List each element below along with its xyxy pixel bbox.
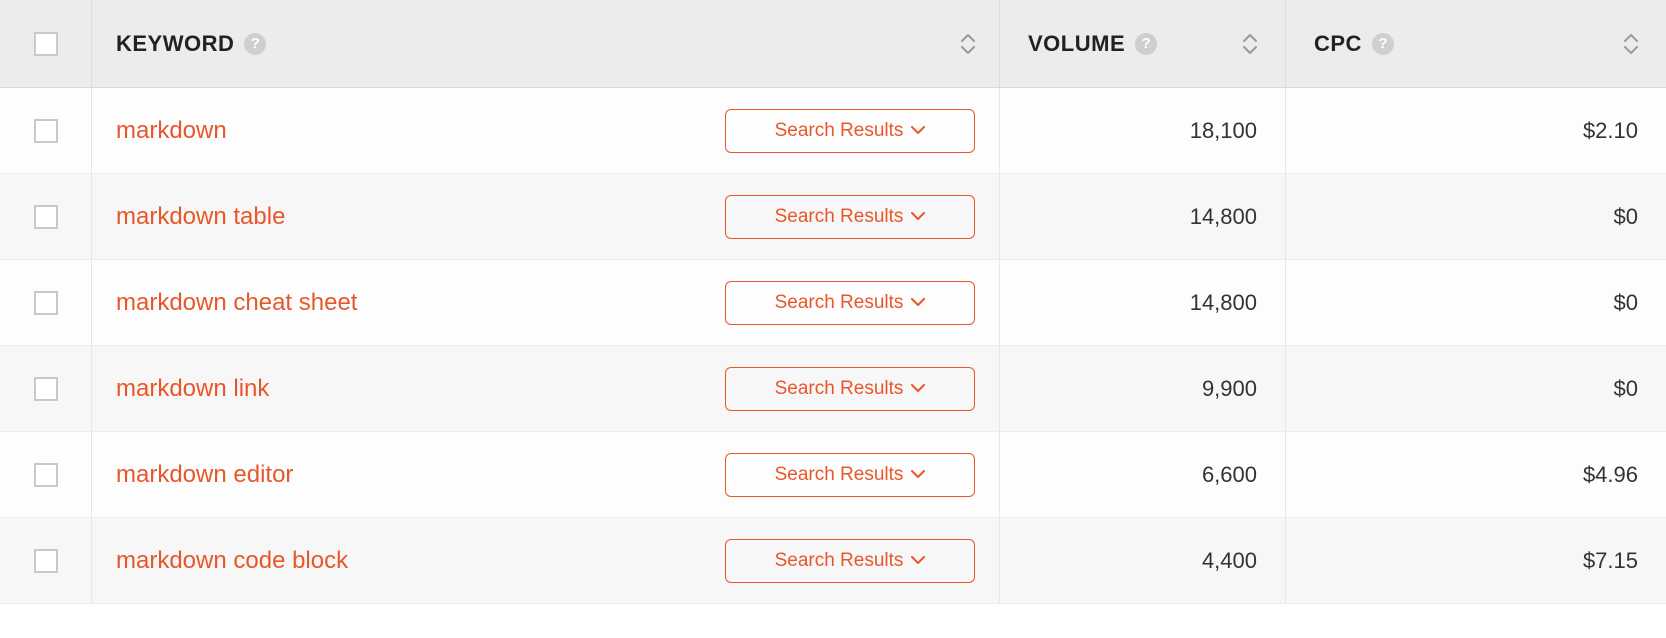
cpc-value: $4.96 <box>1583 462 1638 488</box>
search-results-label: Search Results <box>775 120 904 142</box>
chevron-down-icon <box>911 384 925 393</box>
table-header-row: KEYWORD ? VOLUME ? CPC ? <box>0 0 1666 88</box>
search-results-label: Search Results <box>775 464 904 486</box>
volume-value: 9,900 <box>1202 376 1257 402</box>
chevron-down-icon <box>911 298 925 307</box>
keyword-link[interactable]: markdown table <box>116 203 285 231</box>
chevron-down-icon <box>911 212 925 221</box>
row-checkbox[interactable] <box>34 291 58 315</box>
search-results-label: Search Results <box>775 550 904 572</box>
sort-control-volume[interactable] <box>1243 34 1257 54</box>
row-checkbox[interactable] <box>34 377 58 401</box>
chevron-down-icon <box>911 126 925 135</box>
keyword-link[interactable]: markdown code block <box>116 547 348 575</box>
keyword-link[interactable]: markdown <box>116 117 227 145</box>
cell-volume: 9,900 <box>1000 346 1286 431</box>
volume-value: 4,400 <box>1202 548 1257 574</box>
chevron-down-icon <box>911 470 925 479</box>
sort-control-cpc[interactable] <box>1624 34 1638 54</box>
cell-keyword: markdown cheat sheet Search Results <box>92 260 1000 345</box>
cell-keyword: markdown table Search Results <box>92 174 1000 259</box>
row-checkbox[interactable] <box>34 119 58 143</box>
search-results-button[interactable]: Search Results <box>725 453 975 497</box>
table-row: markdown editor Search Results 6,600 $4.… <box>0 432 1666 518</box>
chevron-down-icon <box>1624 46 1638 54</box>
search-results-button[interactable]: Search Results <box>725 195 975 239</box>
cell-keyword: markdown link Search Results <box>92 346 1000 431</box>
cpc-value: $0 <box>1614 204 1638 230</box>
cell-volume: 14,800 <box>1000 260 1286 345</box>
select-all-checkbox[interactable] <box>34 32 58 56</box>
table-row: markdown link Search Results 9,900 $0 <box>0 346 1666 432</box>
cell-cpc: $2.10 <box>1286 88 1666 173</box>
chevron-down-icon <box>1243 46 1257 54</box>
cell-keyword: markdown Search Results <box>92 88 1000 173</box>
cell-cpc: $7.15 <box>1286 518 1666 603</box>
search-results-button[interactable]: Search Results <box>725 109 975 153</box>
row-checkbox-cell <box>0 260 92 345</box>
header-cpc-label: CPC <box>1314 31 1362 57</box>
cpc-value: $0 <box>1614 290 1638 316</box>
chevron-up-icon <box>961 34 975 42</box>
sort-control-keyword[interactable] <box>961 34 975 54</box>
cell-cpc: $0 <box>1286 260 1666 345</box>
cell-volume: 18,100 <box>1000 88 1286 173</box>
table-row: markdown code block Search Results 4,400… <box>0 518 1666 604</box>
chevron-down-icon <box>961 46 975 54</box>
volume-value: 18,100 <box>1190 118 1257 144</box>
cell-cpc: $0 <box>1286 346 1666 431</box>
cell-volume: 6,600 <box>1000 432 1286 517</box>
search-results-button[interactable]: Search Results <box>725 281 975 325</box>
row-checkbox[interactable] <box>34 463 58 487</box>
row-checkbox-cell <box>0 346 92 431</box>
row-checkbox-cell <box>0 518 92 603</box>
chevron-down-icon <box>911 556 925 565</box>
keyword-link[interactable]: markdown cheat sheet <box>116 289 357 317</box>
row-checkbox[interactable] <box>34 549 58 573</box>
row-checkbox-cell <box>0 88 92 173</box>
table-row: markdown table Search Results 14,800 $0 <box>0 174 1666 260</box>
keyword-link[interactable]: markdown editor <box>116 461 293 489</box>
row-checkbox-cell <box>0 174 92 259</box>
header-volume-label: VOLUME <box>1028 31 1125 57</box>
cell-cpc: $4.96 <box>1286 432 1666 517</box>
cell-volume: 4,400 <box>1000 518 1286 603</box>
cpc-value: $2.10 <box>1583 118 1638 144</box>
cpc-value: $7.15 <box>1583 548 1638 574</box>
help-icon[interactable]: ? <box>1135 33 1157 55</box>
cell-keyword: markdown editor Search Results <box>92 432 1000 517</box>
search-results-label: Search Results <box>775 378 904 400</box>
cell-cpc: $0 <box>1286 174 1666 259</box>
volume-value: 14,800 <box>1190 290 1257 316</box>
row-checkbox[interactable] <box>34 205 58 229</box>
volume-value: 14,800 <box>1190 204 1257 230</box>
table-row: markdown Search Results 18,100 $2.10 <box>0 88 1666 174</box>
table-row: markdown cheat sheet Search Results 14,8… <box>0 260 1666 346</box>
chevron-up-icon <box>1624 34 1638 42</box>
search-results-button[interactable]: Search Results <box>725 367 975 411</box>
search-results-button[interactable]: Search Results <box>725 539 975 583</box>
help-icon[interactable]: ? <box>244 33 266 55</box>
help-icon[interactable]: ? <box>1372 33 1394 55</box>
search-results-label: Search Results <box>775 206 904 228</box>
keyword-table: KEYWORD ? VOLUME ? CPC ? <box>0 0 1666 604</box>
header-keyword-label: KEYWORD <box>116 31 234 57</box>
header-keyword-cell: KEYWORD ? <box>92 0 1000 87</box>
cpc-value: $0 <box>1614 376 1638 402</box>
header-volume-cell: VOLUME ? <box>1000 0 1286 87</box>
row-checkbox-cell <box>0 432 92 517</box>
header-checkbox-cell <box>0 0 92 87</box>
header-cpc-cell: CPC ? <box>1286 0 1666 87</box>
chevron-up-icon <box>1243 34 1257 42</box>
search-results-label: Search Results <box>775 292 904 314</box>
cell-volume: 14,800 <box>1000 174 1286 259</box>
volume-value: 6,600 <box>1202 462 1257 488</box>
cell-keyword: markdown code block Search Results <box>92 518 1000 603</box>
keyword-link[interactable]: markdown link <box>116 375 269 403</box>
